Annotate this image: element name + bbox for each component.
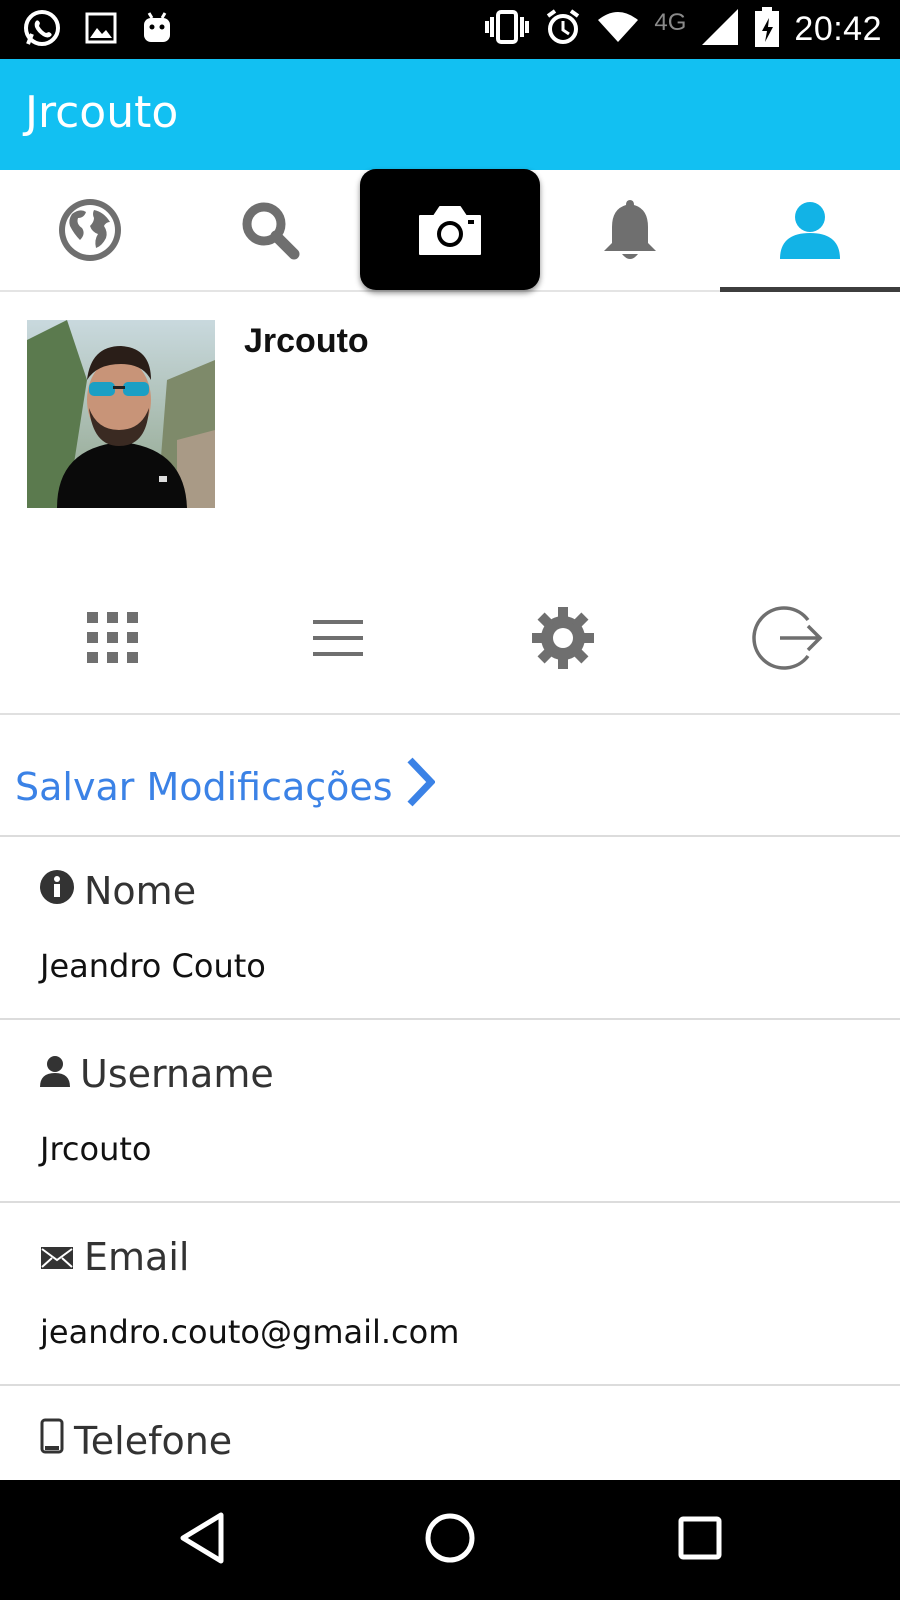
envelope-icon [40,1235,74,1279]
field-name[interactable]: Nome Jeandro Couto [0,837,900,1020]
gear-icon [531,606,595,675]
field-username-value: Jrcouto [40,1130,152,1168]
camera-icon [416,202,484,258]
field-name-value: Jeandro Couto [40,947,266,985]
signal-icon [700,7,740,52]
field-name-label: Nome [84,869,197,913]
field-phone-label-row: Telefone [40,1418,232,1463]
tab-camera[interactable] [360,169,540,290]
field-name-label-row: Nome [40,869,196,913]
field-email-value: jeandro.couto@gmail.com [40,1313,460,1351]
profile-header: Jrcouto [0,292,900,562]
chevron-right-icon [393,757,436,816]
grid-view-button[interactable] [0,580,225,700]
field-email-label-row: Email [40,1235,189,1279]
field-username-label: Username [80,1052,274,1096]
settings-button[interactable] [450,580,675,700]
status-time: 20:42 [794,10,882,48]
status-right-icons: 4G 20:42 [484,6,882,53]
back-button[interactable] [142,1480,262,1600]
whatsapp-icon [22,8,62,53]
wifi-icon [596,10,640,49]
vibrate-icon [484,9,530,50]
save-changes-link[interactable]: Salvar Modificações [15,757,436,816]
status-left-icons [22,8,174,53]
user-icon [40,1052,70,1096]
logout-button[interactable] [675,580,900,700]
home-icon [424,1512,476,1569]
network-type: 4G [654,8,687,36]
back-icon [177,1511,227,1570]
profile-actions [0,580,900,715]
grid-icon [85,610,141,671]
recents-icon [677,1515,723,1566]
gallery-icon [84,11,118,50]
field-email[interactable]: Email jeandro.couto@gmail.com [0,1203,900,1386]
info-icon [40,869,74,913]
profile-name: Jrcouto [244,322,369,360]
bell-icon [600,196,660,264]
app-bar: Jrcouto [0,59,900,170]
logout-icon [751,602,824,679]
field-username-label-row: Username [40,1052,274,1096]
search-icon [238,198,302,262]
field-phone-label: Telefone [74,1418,233,1463]
globe-icon [56,196,124,264]
list-view-button[interactable] [225,580,450,700]
list-icon [311,618,365,663]
phone-icon [40,1418,64,1463]
tab-notifications[interactable] [540,170,720,290]
navigation-bar [0,1480,900,1600]
save-row: Salvar Modificações [0,717,900,837]
tab-search[interactable] [180,170,360,290]
battery-icon [754,6,780,53]
status-bar: 4G 20:42 [0,0,900,59]
home-button[interactable] [390,1480,510,1600]
save-changes-label: Salvar Modificações [15,764,393,809]
field-username[interactable]: Username Jrcouto [0,1020,900,1203]
tab-explore[interactable] [0,170,180,290]
tab-profile[interactable] [720,170,900,290]
app-title: Jrcouto [25,87,179,138]
android-icon [140,10,174,51]
user-icon [778,199,842,261]
tab-bar [0,169,900,292]
field-email-label: Email [84,1235,190,1279]
alarm-icon [544,8,582,51]
avatar[interactable] [27,320,215,508]
recents-button[interactable] [640,1480,760,1600]
